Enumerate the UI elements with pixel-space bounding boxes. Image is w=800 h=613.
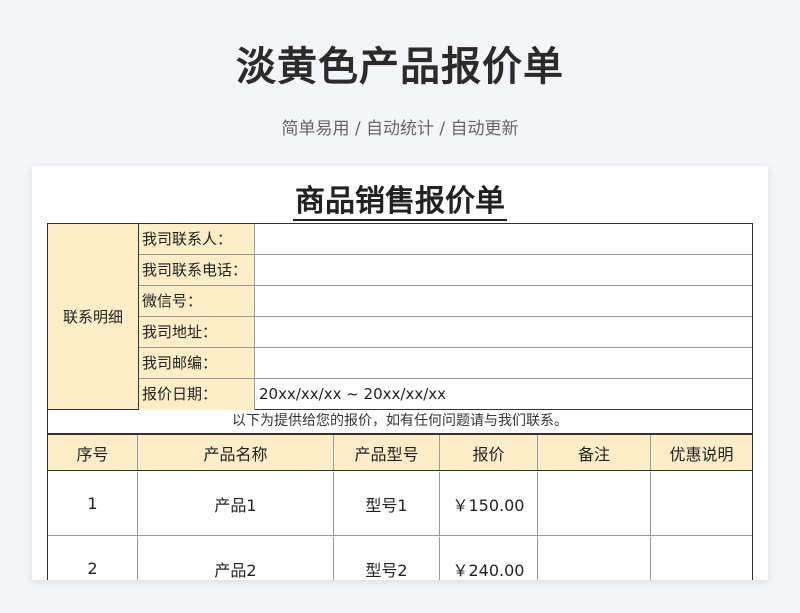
quote-sheet: 商品销售报价单 联系明细 我司联系人： 我司联系电话： 微信号： 我司地址： 我… [32, 166, 768, 580]
table-header-row: 序号 产品名称 产品型号 报价 备注 优惠说明 [48, 435, 752, 471]
table-cell[interactable]: ￥240.00 [440, 537, 538, 580]
contact-row: 微信号： [139, 286, 752, 317]
contact-row: 我司联系电话： [139, 255, 752, 286]
contact-key: 我司地址： [139, 317, 255, 347]
table-cell[interactable] [538, 472, 651, 535]
contact-row: 我司邮编： [139, 348, 752, 379]
table-cell[interactable]: 2 [48, 537, 138, 580]
column-header: 序号 [48, 435, 138, 470]
contact-value[interactable] [255, 255, 752, 285]
table-row: 1 产品1 型号1 ￥150.00 [48, 472, 752, 536]
table-cell[interactable]: 型号2 [334, 537, 440, 580]
contact-section-label: 联系明细 [48, 224, 139, 409]
contact-key: 我司邮编： [139, 348, 255, 378]
contact-key: 我司联系人： [139, 224, 255, 254]
contact-section: 联系明细 我司联系人： 我司联系电话： 微信号： 我司地址： 我司邮编： 报价日… [47, 223, 753, 410]
document-title-text: 商品销售报价单 [293, 184, 507, 221]
contact-value[interactable]: 20xx/xx/xx ~ 20xx/xx/xx [255, 379, 752, 410]
contact-key: 微信号： [139, 286, 255, 316]
table-cell[interactable]: 产品2 [138, 537, 334, 580]
page-subtitle: 简单易用 / 自动统计 / 自动更新 [281, 119, 519, 139]
contact-value[interactable] [255, 286, 752, 316]
page-title: 淡黄色产品报价单 [236, 44, 564, 90]
contact-value[interactable] [255, 348, 752, 378]
contact-key: 我司联系电话： [139, 255, 255, 285]
contact-row: 我司联系人： [139, 224, 752, 255]
table-cell[interactable]: 产品1 [138, 472, 334, 535]
product-table: 序号 产品名称 产品型号 报价 备注 优惠说明 1 产品1 型号1 ￥150.0… [47, 434, 753, 580]
column-header: 优惠说明 [669, 444, 734, 464]
column-header: 报价 [440, 435, 538, 470]
table-cell[interactable] [651, 537, 752, 580]
column-header: 产品型号 [334, 435, 440, 470]
table-cell[interactable]: 1 [48, 472, 138, 535]
contact-row: 报价日期： 20xx/xx/xx ~ 20xx/xx/xx [139, 379, 752, 410]
table-cell[interactable]: ￥150.00 [440, 472, 538, 535]
table-row: 2 产品2 型号2 ￥240.00 [48, 537, 752, 580]
contact-value[interactable] [255, 224, 752, 254]
column-header: 备注 [538, 435, 651, 470]
contact-key: 报价日期： [139, 379, 255, 410]
table-cell[interactable] [651, 472, 752, 535]
table-cell[interactable] [538, 537, 651, 580]
column-header: 产品名称 [138, 435, 334, 470]
contact-value[interactable] [255, 317, 752, 347]
table-cell[interactable]: 型号1 [334, 472, 440, 535]
contact-row: 我司地址： [139, 317, 752, 348]
document-title: 商品销售报价单 [32, 176, 768, 221]
notice-text: 以下为提供给您的报价，如有任何问题请与我们联系。 [47, 410, 753, 434]
